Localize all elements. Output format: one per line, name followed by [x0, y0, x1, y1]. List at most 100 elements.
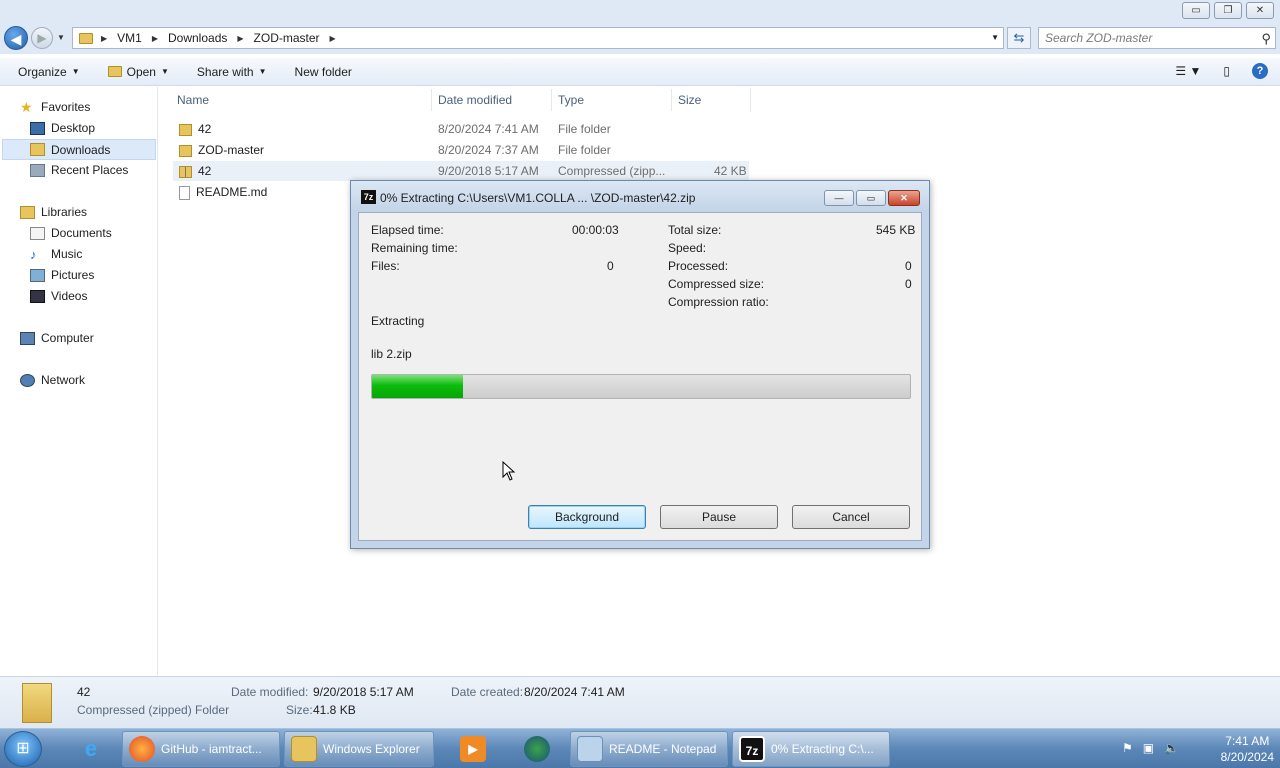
open-button[interactable]: Open ▼: [107, 64, 169, 79]
details-size-label: Size:: [286, 703, 313, 717]
new-folder-button[interactable]: New folder: [295, 65, 352, 79]
nav-recent-places[interactable]: Recent Places: [30, 163, 128, 177]
nav-network[interactable]: Network: [20, 373, 85, 387]
dialog-titlebar[interactable]: 7z 0% Extracting C:\Users\VM1.COLLA ... …: [351, 181, 929, 211]
taskbar-notepad[interactable]: README - Notepad: [570, 731, 728, 767]
recent-places-icon: [30, 163, 45, 177]
file-row[interactable]: README.md: [173, 182, 348, 202]
nav-computer[interactable]: Computer: [20, 331, 94, 345]
toolbar-right: ☰ ▼ ▯ ?: [1175, 63, 1268, 79]
taskbar-media-player[interactable]: ▶: [454, 731, 494, 767]
column-type[interactable]: Type: [558, 93, 584, 107]
taskbar-app[interactable]: [518, 731, 558, 767]
downloads-icon: [30, 143, 45, 156]
column-date-modified[interactable]: Date modified: [438, 93, 512, 107]
windows-explorer-icon: [291, 736, 317, 762]
chevron-down-icon: ▼: [160, 67, 169, 76]
dialog-maximize-button[interactable]: ▭: [856, 190, 886, 206]
search-placeholder: Search ZOD-master: [1045, 31, 1153, 45]
notepad-icon: [577, 736, 603, 762]
breadcrumb-vm1[interactable]: VM1: [117, 31, 142, 45]
nav-videos[interactable]: Videos: [30, 289, 87, 303]
file-name: 42: [179, 122, 211, 136]
taskbar-ie[interactable]: e: [72, 731, 112, 767]
globe-icon: [524, 736, 550, 762]
elapsed-time-label: Elapsed time:: [371, 223, 444, 237]
clock-time: 7:41 AM: [1225, 734, 1270, 748]
dialog-window-controls: — ▭ ✕: [824, 190, 920, 206]
dialog-minimize-button[interactable]: —: [824, 190, 854, 206]
volume-muted-icon[interactable]: 🔈: [1164, 741, 1179, 755]
recent-pages-dropdown[interactable]: ▼: [57, 33, 65, 42]
file-row-selected[interactable]: 42 9/20/2018 5:17 AM Compressed (zipp...…: [173, 161, 749, 181]
open-label: Open: [126, 64, 156, 79]
maximize-button[interactable]: ❐: [1214, 2, 1242, 19]
file-name: 42: [179, 164, 211, 178]
taskbar-firefox[interactable]: GitHub - iamtract...: [122, 731, 280, 767]
nav-downloads[interactable]: Downloads: [2, 139, 156, 160]
background-button[interactable]: Background: [528, 505, 646, 529]
details-date-created-label: Date created:: [451, 685, 524, 699]
forward-button[interactable]: ▶: [31, 27, 53, 49]
nav-documents[interactable]: Documents: [30, 226, 112, 240]
chevron-right-icon[interactable]: ▶: [237, 34, 243, 43]
star-icon: ★: [20, 98, 33, 115]
network-tray-icon[interactable]: ▣: [1143, 741, 1154, 755]
files-label: Files:: [371, 259, 400, 273]
refresh-button[interactable]: ⇆: [1007, 27, 1031, 49]
nav-desktop[interactable]: Desktop: [30, 121, 95, 135]
address-bar[interactable]: ▶ VM1 ▶ Downloads ▶ ZOD-master ▶ ▼: [72, 27, 1004, 49]
folder-icon: [179, 144, 192, 157]
breadcrumb-downloads[interactable]: Downloads: [168, 31, 227, 45]
nav-pictures[interactable]: Pictures: [30, 268, 94, 282]
close-button[interactable]: ✕: [1246, 2, 1274, 19]
progress-fill: [372, 375, 464, 398]
back-button[interactable]: ◀: [4, 26, 28, 50]
close-icon: ✕: [1255, 5, 1265, 16]
column-divider[interactable]: [431, 89, 432, 111]
help-icon[interactable]: ?: [1252, 63, 1268, 79]
column-size[interactable]: Size: [678, 93, 701, 107]
breadcrumb-zod-master[interactable]: ZOD-master: [254, 31, 320, 45]
taskbar-explorer[interactable]: Windows Explorer: [284, 731, 434, 767]
column-divider[interactable]: [750, 89, 751, 111]
nav-favorites[interactable]: ★ Favorites: [20, 98, 90, 115]
taskbar-explorer-label: Windows Explorer: [323, 742, 420, 756]
details-pane: 42 Compressed (zipped) Folder Date modif…: [0, 676, 1280, 728]
flag-icon[interactable]: ⚑: [1122, 741, 1133, 755]
preview-pane-icon[interactable]: ▯: [1223, 64, 1230, 78]
nav-libraries[interactable]: Libraries: [20, 205, 87, 219]
navigation-pane: ★ Favorites Desktop Downloads Recent Plac…: [0, 87, 158, 675]
taskbar-7zip[interactable]: 7z 0% Extracting C:\...: [732, 731, 890, 767]
nav-music-label: Music: [51, 247, 83, 261]
nav-downloads-label: Downloads: [51, 142, 111, 157]
search-input[interactable]: Search ZOD-master ⚲: [1038, 27, 1276, 49]
start-button[interactable]: ⊞: [4, 731, 42, 767]
organize-button[interactable]: Organize ▼: [18, 65, 80, 79]
search-icon[interactable]: ⚲: [1261, 29, 1271, 49]
column-name[interactable]: Name: [177, 93, 209, 107]
file-row[interactable]: 42 8/20/2024 7:41 AM File folder: [173, 119, 749, 139]
column-divider[interactable]: [671, 89, 672, 111]
file-size: 42 KB: [714, 164, 747, 178]
internet-explorer-icon: e: [84, 736, 98, 761]
chevron-right-icon[interactable]: ▶: [101, 34, 107, 43]
share-with-button[interactable]: Share with ▼: [197, 65, 267, 79]
taskbar-7zip-label: 0% Extracting C:\...: [771, 742, 874, 756]
dialog-close-button[interactable]: ✕: [888, 190, 920, 206]
file-type: Compressed (zipp...: [558, 164, 666, 178]
address-dropdown-icon[interactable]: ▼: [991, 33, 999, 42]
nav-music[interactable]: ♪ Music: [30, 247, 82, 261]
file-row[interactable]: ZOD-master 8/20/2024 7:37 AM File folder: [173, 140, 749, 160]
cancel-button[interactable]: Cancel: [792, 505, 910, 529]
close-icon: ✕: [900, 193, 908, 203]
chevron-right-icon[interactable]: ▶: [330, 34, 336, 43]
view-options-icon[interactable]: ☰ ▼: [1175, 64, 1201, 78]
chevron-right-icon[interactable]: ▶: [152, 34, 158, 43]
files-value: 0: [607, 259, 614, 273]
column-divider[interactable]: [551, 89, 552, 111]
minimize-button[interactable]: ▭: [1182, 2, 1210, 19]
file-type: File folder: [558, 143, 611, 157]
clock[interactable]: 7:41 AM 8/20/2024: [1221, 733, 1274, 765]
pause-button[interactable]: Pause: [660, 505, 778, 529]
